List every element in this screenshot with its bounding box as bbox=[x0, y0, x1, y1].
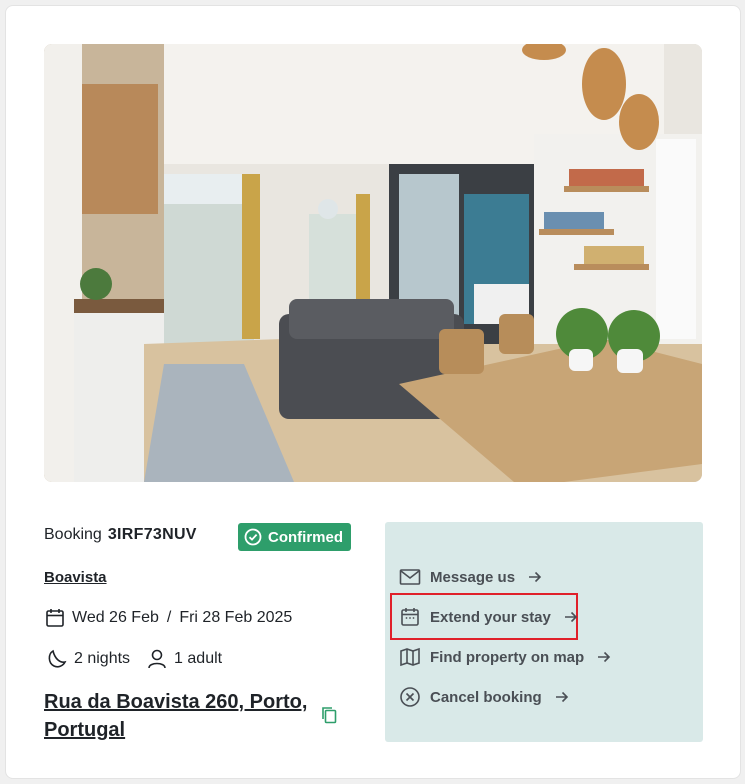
date-separator: / bbox=[166, 609, 172, 626]
booking-label: Booking bbox=[44, 526, 102, 543]
cancel-booking-label: Cancel booking bbox=[430, 688, 542, 706]
message-us-button[interactable]: Message us bbox=[399, 563, 542, 591]
copy-address-button[interactable] bbox=[318, 704, 340, 726]
arrow-right-icon bbox=[555, 690, 569, 704]
stay-summary: 2 nights 1 adult bbox=[44, 648, 222, 670]
person-icon bbox=[146, 648, 168, 670]
booking-number: 3IRF73NUV bbox=[107, 526, 197, 543]
status-badge: Confirmed bbox=[238, 523, 351, 551]
actions-panel: Message us Extend your stay Find propert… bbox=[385, 522, 703, 742]
nights-count: 2 nights bbox=[74, 650, 131, 667]
find-on-map-label: Find property on map bbox=[430, 648, 585, 666]
checkout-date: Fri 28 Feb 2025 bbox=[179, 609, 293, 626]
arrow-right-icon bbox=[597, 650, 611, 664]
checkin-date: Wed 26 Feb bbox=[72, 609, 159, 626]
booking-reference: Booking 3IRF73NUV bbox=[44, 526, 197, 544]
booking-card: Booking 3IRF73NUV Confirmed Boavista Wed… bbox=[5, 5, 741, 779]
arrow-right-icon bbox=[528, 570, 542, 584]
arrow-right-icon bbox=[564, 610, 578, 624]
property-address[interactable]: Rua da Boavista 260, Porto, Portugal bbox=[44, 688, 314, 744]
area-link[interactable]: Boavista bbox=[44, 569, 107, 586]
moon-icon bbox=[44, 648, 68, 670]
check-circle-icon bbox=[244, 528, 262, 546]
extend-stay-button[interactable]: Extend your stay bbox=[399, 603, 578, 631]
apartment-photo bbox=[44, 44, 702, 482]
map-icon bbox=[399, 647, 421, 667]
x-circle-icon bbox=[399, 686, 421, 708]
copy-icon bbox=[321, 706, 337, 724]
cancel-booking-button[interactable]: Cancel booking bbox=[399, 683, 569, 711]
envelope-icon bbox=[399, 568, 421, 586]
extend-stay-label: Extend your stay bbox=[430, 608, 551, 626]
status-text: Confirmed bbox=[268, 528, 343, 546]
message-us-label: Message us bbox=[430, 568, 516, 586]
guest-count: 1 adult bbox=[174, 650, 223, 667]
stay-dates: Wed 26 Feb / Fri 28 Feb 2025 bbox=[44, 607, 292, 629]
find-on-map-button[interactable]: Find property on map bbox=[399, 643, 611, 671]
calendar-icon bbox=[399, 606, 421, 628]
calendar-icon bbox=[44, 607, 66, 629]
